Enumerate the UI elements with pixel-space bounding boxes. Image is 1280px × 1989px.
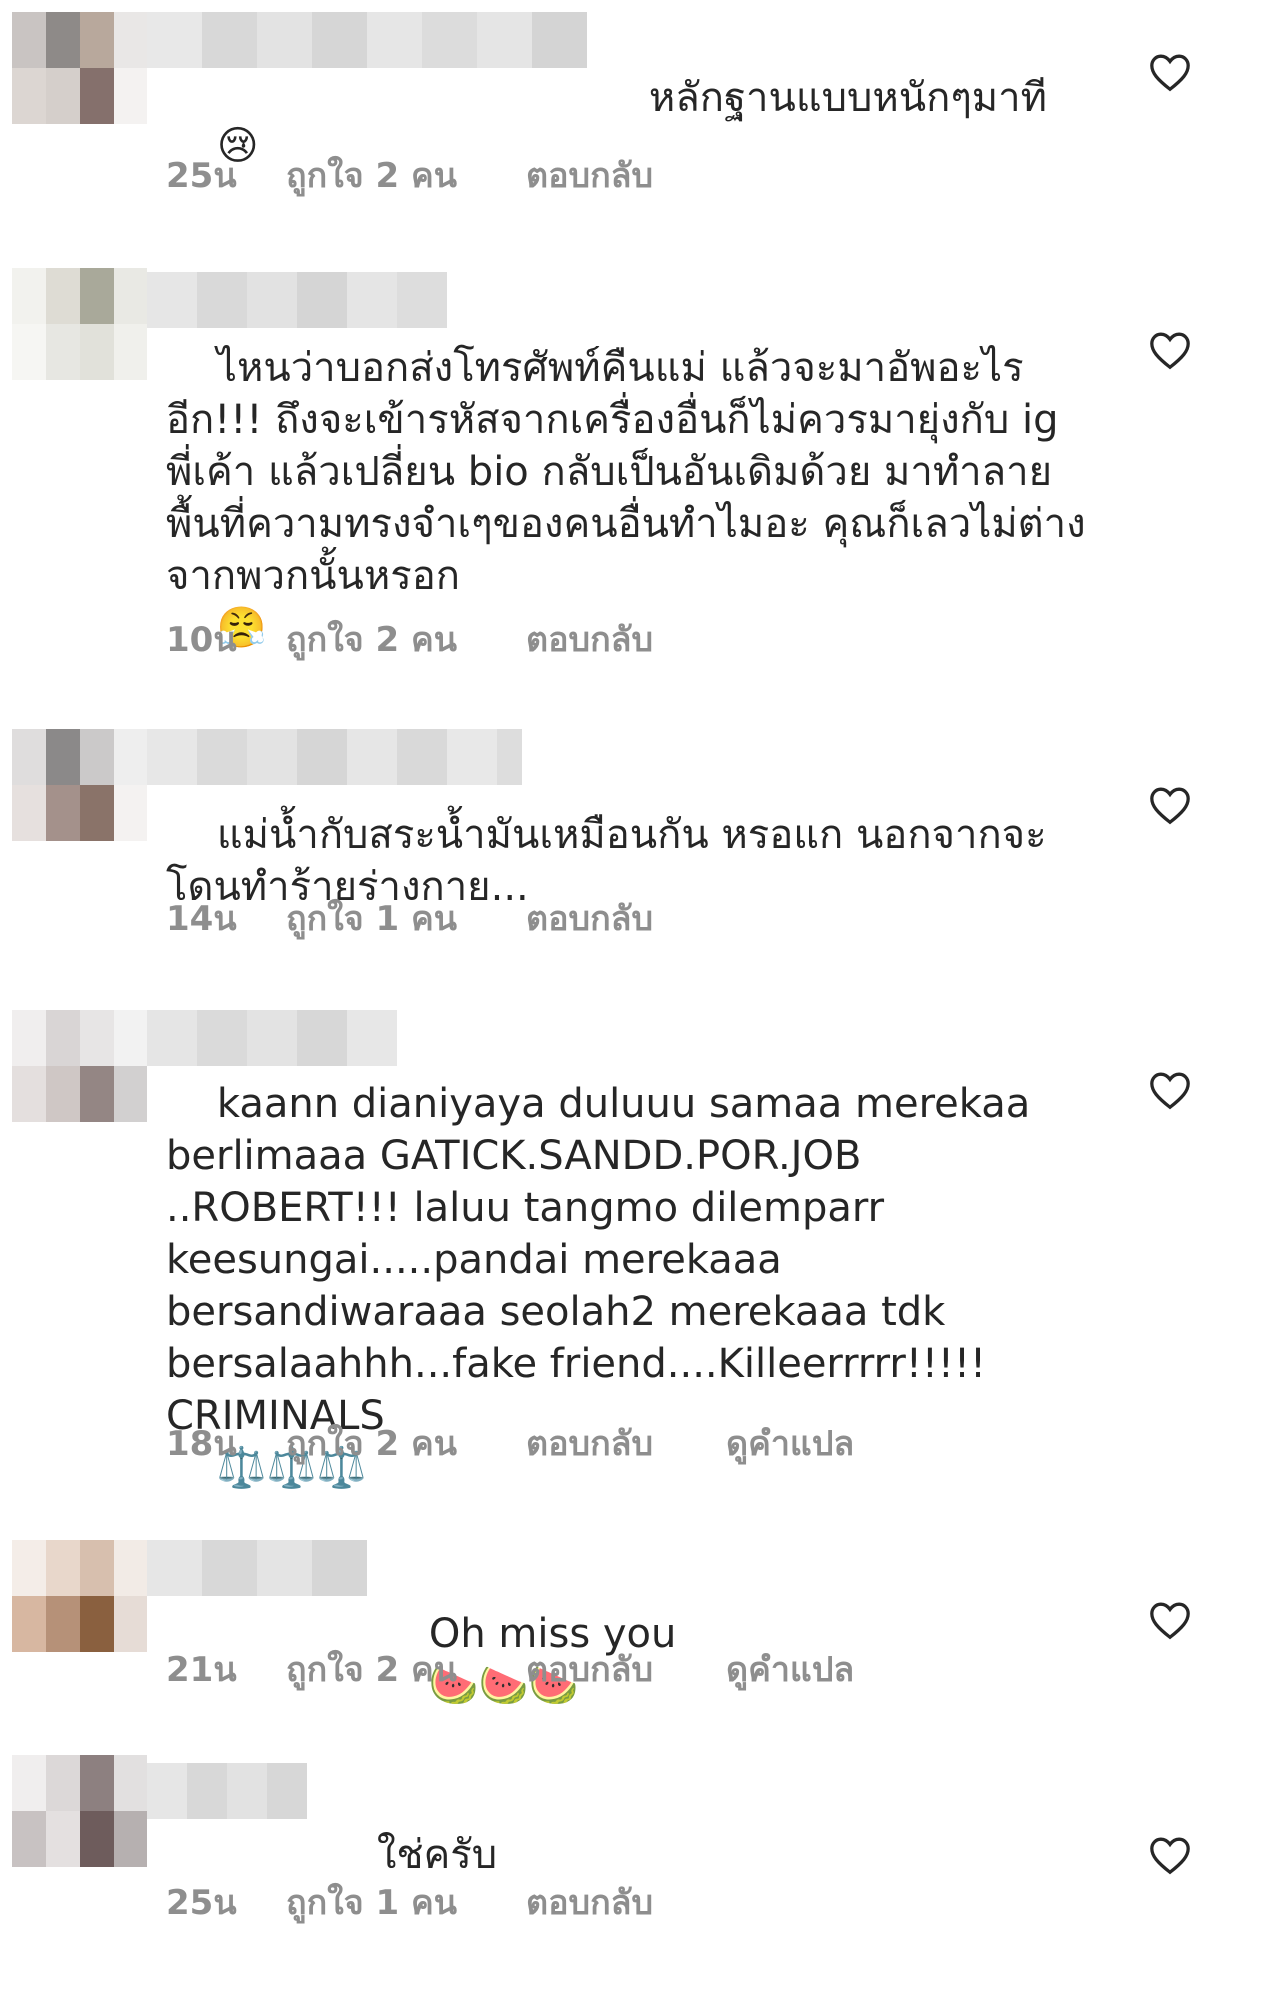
comment-4: kaann dianiyaya duluuu samaa merekaa ber… (0, 980, 1280, 1510)
heart-outline-icon[interactable] (1148, 1070, 1192, 1110)
reply-button[interactable]: ตอบกลับ (526, 1642, 726, 1696)
reply-button[interactable]: ตอบกลับ (526, 612, 726, 666)
username-blurred[interactable] (147, 1540, 367, 1596)
comment-6: ใช่ครับ 25น ถูกใจ 1 คน ตอบกลับ (0, 1735, 1280, 1989)
timestamp[interactable]: 14น (166, 891, 286, 945)
comment-5: Oh miss you 🍉🍉🍉 21น ถูกใจ 2 คน ตอบกลับ ด… (0, 1510, 1280, 1735)
avatar[interactable] (12, 268, 147, 380)
reply-button[interactable]: ตอบกลับ (526, 148, 726, 202)
timestamp[interactable]: 21น (166, 1642, 286, 1696)
reply-button[interactable]: ตอบกลับ (526, 891, 726, 945)
avatar[interactable] (12, 1010, 147, 1122)
heart-outline-icon[interactable] (1148, 1600, 1192, 1640)
comment-body: kaann dianiyaya duluuu samaa merekaa ber… (166, 1081, 1043, 1439)
translate-button[interactable]: ดูคำแปล (726, 1642, 926, 1696)
heart-outline-icon[interactable] (1148, 785, 1192, 825)
heart-outline-icon[interactable] (1148, 1835, 1192, 1875)
username-blurred[interactable] (147, 12, 587, 68)
comment-meta: 10น ถูกใจ 2 คน ตอบกลับ (166, 612, 726, 666)
likes-count[interactable]: ถูกใจ 1 คน (286, 891, 526, 945)
comment-1: หลักฐานแบบหนักๆมาที 😢 25น ถูกใจ 2 คน ตอบ… (0, 0, 1280, 230)
username-blurred[interactable] (147, 1763, 307, 1819)
reply-button[interactable]: ตอบกลับ (526, 1416, 726, 1470)
comment-2: ไหนว่าบอกส่งโทรศัพท์คืนแม่ แล้วจะมาอัพอะ… (0, 230, 1280, 685)
comment-meta: 25น ถูกใจ 1 คน ตอบกลับ (166, 1875, 726, 1929)
comment-3: แม่น้ำกับสระน้ำมันเหมือนกัน หรอแก นอกจาก… (0, 685, 1280, 980)
comment-body: ใช่ครับ (376, 1832, 498, 1878)
translate-button[interactable]: ดูคำแปล (726, 1416, 926, 1470)
likes-count[interactable]: ถูกใจ 2 คน (286, 1642, 526, 1696)
timestamp[interactable]: 10น (166, 612, 286, 666)
avatar[interactable] (12, 1540, 147, 1652)
heart-outline-icon[interactable] (1148, 52, 1192, 92)
comment-meta: 18น ถูกใจ 2 คน ตอบกลับ ดูคำแปล (166, 1416, 926, 1470)
timestamp[interactable]: 18น (166, 1416, 286, 1470)
avatar[interactable] (12, 729, 147, 841)
timestamp[interactable]: 25น (166, 1875, 286, 1929)
comment-body: ไหนว่าบอกส่งโทรศัพท์คืนแม่ แล้วจะมาอัพอะ… (166, 345, 1086, 599)
comment-meta: 14น ถูกใจ 1 คน ตอบกลับ (166, 891, 726, 945)
reply-button[interactable]: ตอบกลับ (526, 1875, 726, 1929)
likes-count[interactable]: ถูกใจ 2 คน (286, 148, 526, 202)
avatar[interactable] (12, 12, 147, 124)
heart-outline-icon[interactable] (1148, 330, 1192, 370)
likes-count[interactable]: ถูกใจ 2 คน (286, 612, 526, 666)
avatar[interactable] (12, 1755, 147, 1867)
likes-count[interactable]: ถูกใจ 1 คน (286, 1875, 526, 1929)
comment-meta: 21น ถูกใจ 2 คน ตอบกลับ ดูคำแปล (166, 1642, 926, 1696)
likes-count[interactable]: ถูกใจ 2 คน (286, 1416, 526, 1470)
comment-meta: 25น ถูกใจ 2 คน ตอบกลับ (166, 148, 726, 202)
timestamp[interactable]: 25น (166, 148, 286, 202)
